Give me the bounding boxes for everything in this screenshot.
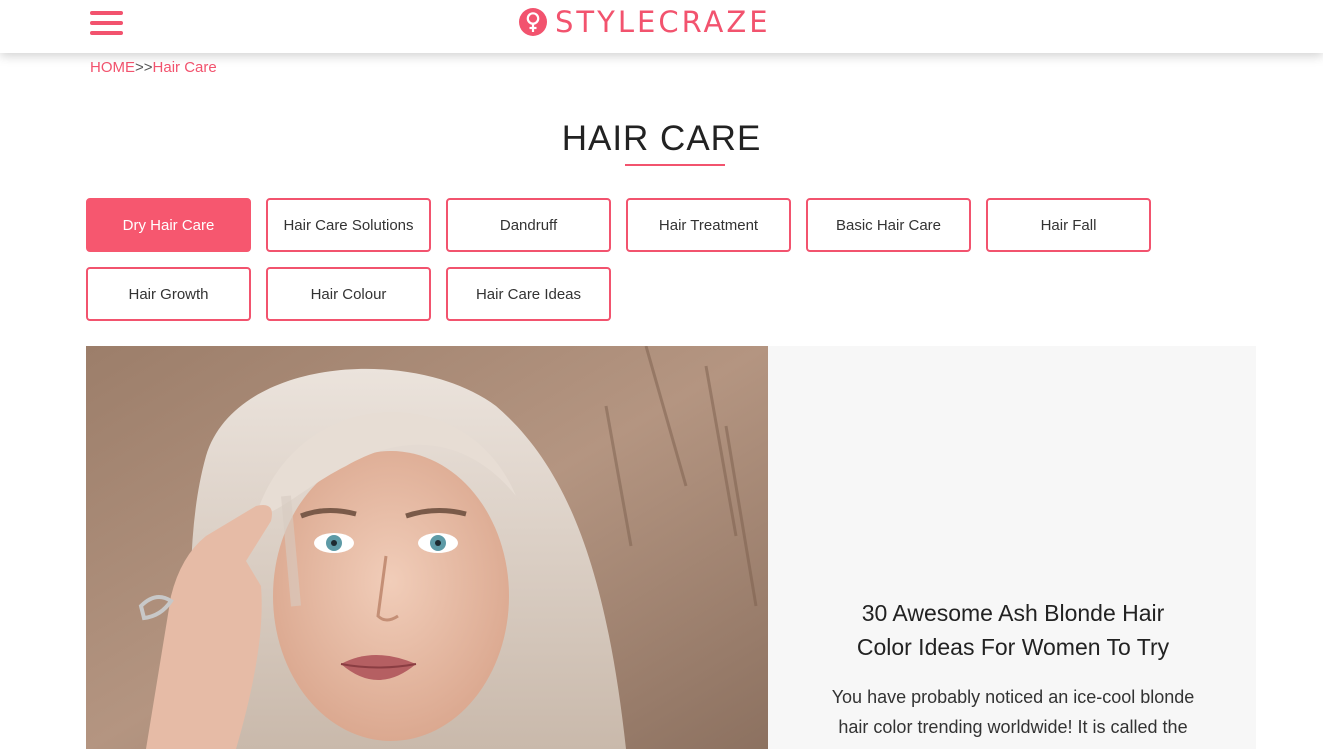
featured-article-title[interactable]: 30 Awesome Ash Blonde Hair Color Ideas F… bbox=[828, 596, 1198, 664]
category-chip-hair-treatment[interactable]: Hair Treatment bbox=[626, 198, 791, 252]
logo-text: STYLECRAZE bbox=[555, 5, 771, 39]
category-chip-dandruff[interactable]: Dandruff bbox=[446, 198, 611, 252]
category-chip-hair-colour[interactable]: Hair Colour bbox=[266, 267, 431, 321]
page-title: HAIR CARE bbox=[561, 119, 762, 158]
category-chip-hair-fall[interactable]: Hair Fall bbox=[986, 198, 1151, 252]
category-chip-hair-growth[interactable]: Hair Growth bbox=[86, 267, 251, 321]
breadcrumb-separator: >> bbox=[135, 59, 153, 76]
hamburger-menu-icon[interactable] bbox=[90, 11, 124, 35]
excerpt-line-1: You have probably noticed an ice-cool bl… bbox=[831, 687, 1195, 707]
category-chip-hair-care-ideas[interactable]: Hair Care Ideas bbox=[446, 267, 611, 321]
category-chip-dry-hair-care[interactable]: Dry Hair Care bbox=[86, 198, 251, 252]
female-symbol-icon bbox=[519, 8, 547, 36]
featured-article-image[interactable] bbox=[86, 346, 768, 749]
site-header: STYLECRAZE bbox=[0, 0, 1323, 53]
title-line-1: 30 Awesome Ash Blonde Hair bbox=[861, 600, 1165, 626]
category-chip-hair-care-solutions[interactable]: Hair Care Solutions bbox=[266, 198, 431, 252]
stylecraze-logo[interactable]: STYLECRAZE bbox=[518, 4, 771, 40]
breadcrumb-home-link[interactable]: HOME bbox=[90, 59, 135, 76]
featured-article-excerpt: You have probably noticed an ice-cool bl… bbox=[823, 682, 1203, 742]
featured-article-card[interactable]: 30 Awesome Ash Blonde Hair Color Ideas F… bbox=[86, 346, 1256, 749]
category-chip-basic-hair-care[interactable]: Basic Hair Care bbox=[806, 198, 971, 252]
breadcrumb-current-link[interactable]: Hair Care bbox=[153, 59, 217, 76]
title-underline bbox=[625, 164, 725, 166]
title-line-2: Color Ideas For Women To Try bbox=[856, 634, 1170, 660]
excerpt-line-2: hair color trending worldwide! It is cal… bbox=[838, 717, 1188, 737]
featured-photo-illustration bbox=[86, 346, 768, 749]
breadcrumb: HOME>>Hair Care bbox=[90, 59, 217, 76]
